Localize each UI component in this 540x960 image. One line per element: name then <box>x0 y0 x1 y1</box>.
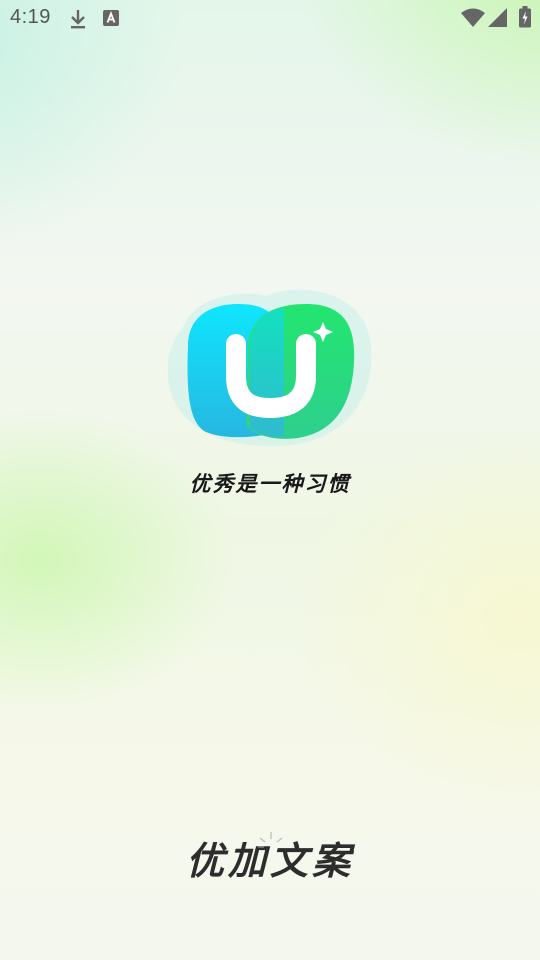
sparkle-icon <box>258 832 283 848</box>
status-time: 4:19 <box>10 6 51 28</box>
signal-icon <box>488 8 507 27</box>
slogan: 优秀是一种习惯 <box>189 471 351 496</box>
brand-wrap: 优加文案 <box>0 830 540 890</box>
status-bar: 4:19 <box>0 0 540 36</box>
app-logo <box>167 289 372 447</box>
wifi-icon <box>461 8 485 27</box>
download-icon <box>71 10 85 29</box>
a-icon <box>103 10 119 26</box>
battery-icon <box>519 6 531 28</box>
